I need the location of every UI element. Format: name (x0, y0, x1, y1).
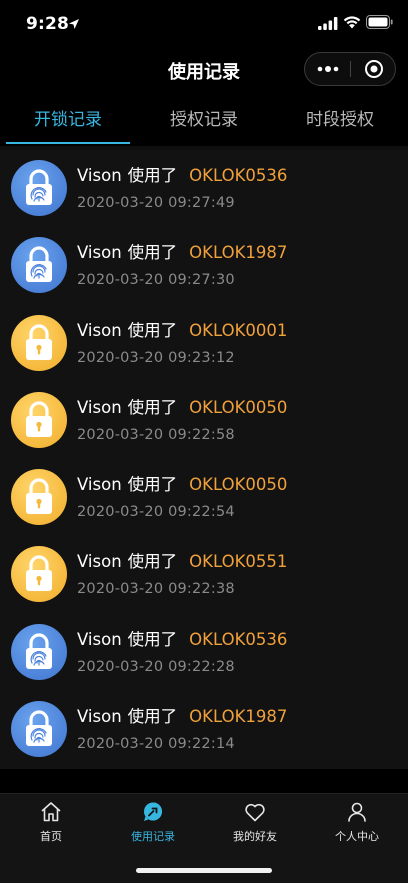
record-user: Vison (77, 629, 122, 649)
list-item[interactable]: Vison 使用了 OKLOK1987 2020-03-20 09:22:14 (0, 691, 408, 768)
record-timestamp: 2020-03-20 09:22:38 (77, 581, 235, 598)
record-timestamp: 2020-03-20 09:27:30 (77, 272, 235, 289)
record-lock-id: OKLOK0050 (189, 397, 288, 417)
more-button[interactable] (305, 53, 350, 85)
record-text: Vison 使用了 OKLOK0536 (77, 626, 287, 650)
battery-icon (366, 15, 393, 29)
status-time: 9:28 (26, 14, 70, 34)
record-action: 使用了 (127, 320, 178, 340)
record-timestamp: 2020-03-20 09:22:58 (77, 426, 235, 443)
person-icon (348, 802, 366, 822)
record-user: Vison (77, 320, 122, 340)
home-icon (41, 802, 61, 822)
list-item[interactable]: Vison 使用了 OKLOK0050 2020-03-20 09:22:54 (0, 459, 408, 536)
avatar (11, 160, 67, 216)
list-item[interactable]: Vison 使用了 OKLOK1987 2020-03-20 09:27:30 (0, 227, 408, 304)
mini-program-capsule (304, 52, 396, 86)
tab-time-authorization[interactable]: 时段授权 (272, 98, 408, 146)
record-user: Vison (77, 475, 122, 495)
avatar (11, 391, 67, 448)
record-text: Vison 使用了 OKLOK1987 (77, 703, 287, 727)
home-indicator (136, 868, 272, 873)
record-timestamp: 2020-03-20 09:27:49 (77, 195, 235, 211)
record-user: Vison (77, 243, 122, 263)
tabbar-item-home[interactable]: 首页 (0, 800, 102, 844)
tabbar-label: 我的好友 (233, 830, 277, 843)
record-action: 使用了 (127, 397, 178, 417)
avatar (11, 701, 67, 758)
tabbar-item-friends[interactable]: 我的好友 (204, 800, 306, 844)
record-text: Vison 使用了 OKLOK0536 (77, 162, 287, 186)
padlock-icon (26, 401, 52, 437)
record-action: 使用了 (127, 166, 178, 185)
wifi-icon (343, 16, 361, 29)
avatar (11, 546, 67, 603)
avatar (11, 237, 67, 294)
records-icon (144, 802, 162, 821)
record-action: 使用了 (127, 629, 178, 649)
avatar (11, 314, 67, 371)
padlock-icon (26, 324, 52, 360)
heart-icon (245, 803, 265, 822)
record-user: Vison (77, 552, 122, 572)
screen: 9:28 使用记录 开锁记录 授权记录 时段授权 Vison 使用了 OKLOK… (0, 0, 408, 883)
record-action: 使用了 (127, 552, 178, 572)
record-timestamp: 2020-03-20 09:23:12 (77, 349, 235, 366)
record-lock-id: OKLOK0050 (189, 475, 288, 495)
avatar (11, 469, 67, 526)
tabbar-label: 使用记录 (131, 830, 175, 843)
record-action: 使用了 (127, 475, 178, 495)
record-text: Vison 使用了 OKLOK0050 (77, 471, 287, 495)
avatar (11, 623, 67, 680)
tabbar-item-records[interactable]: 使用记录 (102, 800, 204, 844)
record-lock-id: OKLOK0536 (189, 166, 288, 185)
status-bar: 9:28 (0, 0, 408, 44)
list-item[interactable]: Vison 使用了 OKLOK0551 2020-03-20 09:22:38 (0, 536, 408, 613)
padlock-icon (26, 478, 52, 515)
record-timestamp: 2020-03-20 09:22:54 (77, 504, 235, 521)
close-button[interactable] (351, 53, 396, 85)
record-user: Vison (77, 397, 122, 417)
more-dots-icon (317, 66, 338, 72)
close-target-icon (364, 60, 383, 78)
fingerprint-icon (26, 633, 52, 669)
padlock-icon (26, 555, 52, 592)
record-lock-id: OKLOK0001 (189, 320, 288, 340)
nav-bar: 使用记录 (0, 44, 408, 96)
record-action: 使用了 (127, 707, 178, 727)
record-user: Vison (77, 166, 122, 185)
record-timestamp: 2020-03-20 09:22:14 (77, 736, 235, 753)
tab-unlock-records[interactable]: 开锁记录 (0, 98, 136, 146)
record-list: Vison使用了OKLOK0536 2020-03-20 09:27:49 (0, 150, 408, 769)
record-text: Vison 使用了 OKLOK0551 (77, 548, 287, 572)
tab-authorization-records[interactable]: 授权记录 (136, 98, 272, 146)
list-item[interactable]: Vison 使用了 OKLOK0536 2020-03-20 09:22:28 (0, 614, 408, 691)
list-item[interactable]: Vison 使用了 OKLOK0536 2020-03-20 09:27:49 (0, 150, 408, 227)
fingerprint-icon (26, 169, 52, 205)
list-item[interactable]: Vison 使用了 OKLOK0001 2020-03-20 09:23:12 (0, 305, 408, 382)
tabbar-label: 个人中心 (335, 830, 379, 843)
record-user: Vison (77, 707, 122, 727)
fingerprint-icon (26, 246, 52, 283)
record-action: 使用了 (127, 243, 178, 263)
list-item[interactable]: Vison 使用了 OKLOK0050 2020-03-20 09:22:58 (0, 382, 408, 459)
record-lock-id: OKLOK1987 (189, 707, 288, 727)
record-text: Vison 使用了 OKLOK1987 (77, 239, 287, 263)
record-lock-id: OKLOK0536 (189, 629, 288, 649)
tabbar-item-profile[interactable]: 个人中心 (306, 800, 408, 844)
signal-icon (318, 17, 338, 30)
list-bottom-spacer (0, 769, 408, 793)
fingerprint-icon (26, 710, 52, 747)
location-arrow-icon (69, 19, 79, 29)
record-tabs: 开锁记录 授权记录 时段授权 (0, 98, 408, 146)
record-lock-id: OKLOK1987 (189, 243, 288, 263)
record-text: Vison 使用了 OKLOK0001 (77, 317, 287, 341)
record-lock-id: OKLOK0551 (189, 552, 288, 572)
record-timestamp: 2020-03-20 09:22:28 (77, 658, 235, 675)
record-text: Vison 使用了 OKLOK0050 (77, 394, 287, 418)
tabbar-label: 首页 (40, 830, 62, 843)
